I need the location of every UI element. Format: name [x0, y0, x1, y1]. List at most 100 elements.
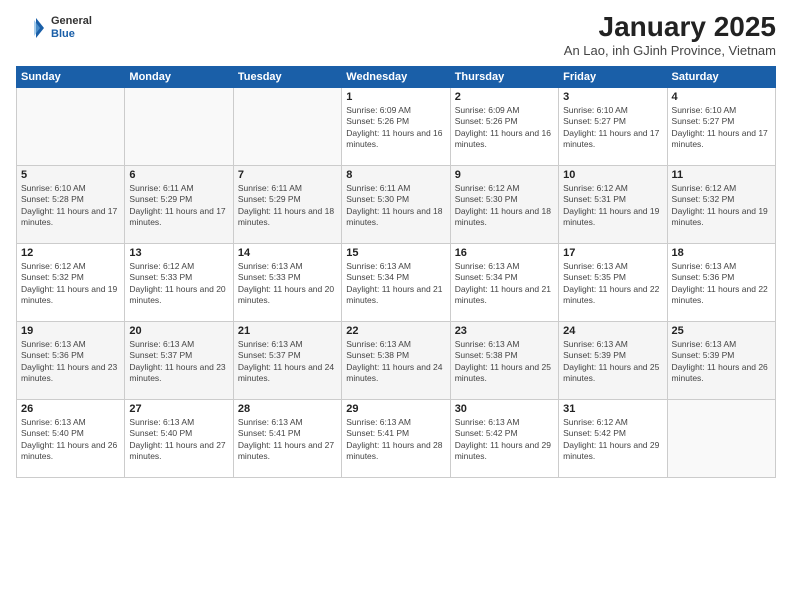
day-cell: [125, 87, 233, 165]
day-cell: 6 Sunrise: 6:11 AMSunset: 5:29 PMDayligh…: [125, 165, 233, 243]
day-number: 13: [129, 247, 228, 259]
week-row-2: 12 Sunrise: 6:12 AMSunset: 5:32 PMDaylig…: [17, 243, 776, 321]
day-info: Sunrise: 6:13 AMSunset: 5:39 PMDaylight:…: [672, 339, 768, 383]
day-cell: [17, 87, 125, 165]
day-cell: 25 Sunrise: 6:13 AMSunset: 5:39 PMDaylig…: [667, 321, 775, 399]
day-info: Sunrise: 6:13 AMSunset: 5:41 PMDaylight:…: [346, 417, 442, 461]
day-number: 1: [346, 91, 445, 103]
day-cell: 3 Sunrise: 6:10 AMSunset: 5:27 PMDayligh…: [559, 87, 667, 165]
calendar-table: Sunday Monday Tuesday Wednesday Thursday…: [16, 66, 776, 478]
day-number: 26: [21, 403, 120, 415]
day-number: 3: [563, 91, 662, 103]
logo-text: General Blue: [51, 15, 92, 41]
day-info: Sunrise: 6:10 AMSunset: 5:27 PMDaylight:…: [563, 105, 659, 149]
day-cell: 14 Sunrise: 6:13 AMSunset: 5:33 PMDaylig…: [233, 243, 341, 321]
week-row-4: 26 Sunrise: 6:13 AMSunset: 5:40 PMDaylig…: [17, 399, 776, 477]
day-info: Sunrise: 6:13 AMSunset: 5:40 PMDaylight:…: [129, 417, 225, 461]
day-number: 6: [129, 169, 228, 181]
subtitle: An Lao, inh GJinh Province, Vietnam: [564, 43, 776, 58]
day-number: 20: [129, 325, 228, 337]
day-number: 7: [238, 169, 337, 181]
day-info: Sunrise: 6:13 AMSunset: 5:37 PMDaylight:…: [238, 339, 334, 383]
day-number: 16: [455, 247, 554, 259]
day-info: Sunrise: 6:13 AMSunset: 5:42 PMDaylight:…: [455, 417, 551, 461]
day-cell: 2 Sunrise: 6:09 AMSunset: 5:26 PMDayligh…: [450, 87, 558, 165]
title-block: January 2025 An Lao, inh GJinh Province,…: [564, 12, 776, 58]
day-number: 5: [21, 169, 120, 181]
day-cell: 5 Sunrise: 6:10 AMSunset: 5:28 PMDayligh…: [17, 165, 125, 243]
day-cell: 4 Sunrise: 6:10 AMSunset: 5:27 PMDayligh…: [667, 87, 775, 165]
day-number: 11: [672, 169, 771, 181]
col-sunday: Sunday: [17, 66, 125, 87]
day-info: Sunrise: 6:13 AMSunset: 5:35 PMDaylight:…: [563, 261, 659, 305]
day-number: 30: [455, 403, 554, 415]
day-cell: 9 Sunrise: 6:12 AMSunset: 5:30 PMDayligh…: [450, 165, 558, 243]
logo: General Blue: [16, 12, 92, 44]
day-info: Sunrise: 6:13 AMSunset: 5:34 PMDaylight:…: [346, 261, 442, 305]
col-friday: Friday: [559, 66, 667, 87]
day-info: Sunrise: 6:13 AMSunset: 5:36 PMDaylight:…: [672, 261, 768, 305]
day-number: 23: [455, 325, 554, 337]
logo-wordmark: General Blue: [16, 12, 92, 44]
day-cell: [233, 87, 341, 165]
day-cell: [667, 399, 775, 477]
day-number: 10: [563, 169, 662, 181]
day-number: 25: [672, 325, 771, 337]
day-number: 24: [563, 325, 662, 337]
day-info: Sunrise: 6:13 AMSunset: 5:36 PMDaylight:…: [21, 339, 117, 383]
day-cell: 18 Sunrise: 6:13 AMSunset: 5:36 PMDaylig…: [667, 243, 775, 321]
day-info: Sunrise: 6:13 AMSunset: 5:33 PMDaylight:…: [238, 261, 334, 305]
day-number: 8: [346, 169, 445, 181]
day-info: Sunrise: 6:10 AMSunset: 5:28 PMDaylight:…: [21, 183, 117, 227]
day-cell: 23 Sunrise: 6:13 AMSunset: 5:38 PMDaylig…: [450, 321, 558, 399]
day-number: 9: [455, 169, 554, 181]
day-cell: 31 Sunrise: 6:12 AMSunset: 5:42 PMDaylig…: [559, 399, 667, 477]
day-info: Sunrise: 6:13 AMSunset: 5:40 PMDaylight:…: [21, 417, 117, 461]
col-saturday: Saturday: [667, 66, 775, 87]
day-info: Sunrise: 6:11 AMSunset: 5:29 PMDaylight:…: [238, 183, 334, 227]
page-container: General Blue January 2025 An Lao, inh GJ…: [0, 0, 792, 486]
day-number: 12: [21, 247, 120, 259]
col-tuesday: Tuesday: [233, 66, 341, 87]
day-info: Sunrise: 6:13 AMSunset: 5:39 PMDaylight:…: [563, 339, 659, 383]
day-cell: 7 Sunrise: 6:11 AMSunset: 5:29 PMDayligh…: [233, 165, 341, 243]
day-cell: 21 Sunrise: 6:13 AMSunset: 5:37 PMDaylig…: [233, 321, 341, 399]
day-info: Sunrise: 6:12 AMSunset: 5:33 PMDaylight:…: [129, 261, 225, 305]
day-info: Sunrise: 6:13 AMSunset: 5:37 PMDaylight:…: [129, 339, 225, 383]
day-number: 4: [672, 91, 771, 103]
day-cell: 20 Sunrise: 6:13 AMSunset: 5:37 PMDaylig…: [125, 321, 233, 399]
day-cell: 19 Sunrise: 6:13 AMSunset: 5:36 PMDaylig…: [17, 321, 125, 399]
day-cell: 17 Sunrise: 6:13 AMSunset: 5:35 PMDaylig…: [559, 243, 667, 321]
logo-svg: [16, 12, 48, 44]
day-cell: 30 Sunrise: 6:13 AMSunset: 5:42 PMDaylig…: [450, 399, 558, 477]
day-number: 27: [129, 403, 228, 415]
day-cell: 10 Sunrise: 6:12 AMSunset: 5:31 PMDaylig…: [559, 165, 667, 243]
day-number: 31: [563, 403, 662, 415]
day-info: Sunrise: 6:12 AMSunset: 5:32 PMDaylight:…: [21, 261, 117, 305]
day-number: 17: [563, 247, 662, 259]
day-cell: 15 Sunrise: 6:13 AMSunset: 5:34 PMDaylig…: [342, 243, 450, 321]
day-number: 18: [672, 247, 771, 259]
day-cell: 13 Sunrise: 6:12 AMSunset: 5:33 PMDaylig…: [125, 243, 233, 321]
day-info: Sunrise: 6:11 AMSunset: 5:29 PMDaylight:…: [129, 183, 225, 227]
col-thursday: Thursday: [450, 66, 558, 87]
col-monday: Monday: [125, 66, 233, 87]
day-info: Sunrise: 6:10 AMSunset: 5:27 PMDaylight:…: [672, 105, 768, 149]
day-info: Sunrise: 6:12 AMSunset: 5:31 PMDaylight:…: [563, 183, 659, 227]
day-info: Sunrise: 6:13 AMSunset: 5:41 PMDaylight:…: [238, 417, 334, 461]
day-number: 14: [238, 247, 337, 259]
day-number: 19: [21, 325, 120, 337]
day-cell: 1 Sunrise: 6:09 AMSunset: 5:26 PMDayligh…: [342, 87, 450, 165]
day-number: 21: [238, 325, 337, 337]
day-cell: 16 Sunrise: 6:13 AMSunset: 5:34 PMDaylig…: [450, 243, 558, 321]
day-info: Sunrise: 6:13 AMSunset: 5:34 PMDaylight:…: [455, 261, 551, 305]
week-row-1: 5 Sunrise: 6:10 AMSunset: 5:28 PMDayligh…: [17, 165, 776, 243]
week-row-0: 1 Sunrise: 6:09 AMSunset: 5:26 PMDayligh…: [17, 87, 776, 165]
header: General Blue January 2025 An Lao, inh GJ…: [16, 12, 776, 58]
day-cell: 22 Sunrise: 6:13 AMSunset: 5:38 PMDaylig…: [342, 321, 450, 399]
day-info: Sunrise: 6:09 AMSunset: 5:26 PMDaylight:…: [346, 105, 442, 149]
day-cell: 28 Sunrise: 6:13 AMSunset: 5:41 PMDaylig…: [233, 399, 341, 477]
day-info: Sunrise: 6:09 AMSunset: 5:26 PMDaylight:…: [455, 105, 551, 149]
day-info: Sunrise: 6:12 AMSunset: 5:30 PMDaylight:…: [455, 183, 551, 227]
day-cell: 11 Sunrise: 6:12 AMSunset: 5:32 PMDaylig…: [667, 165, 775, 243]
